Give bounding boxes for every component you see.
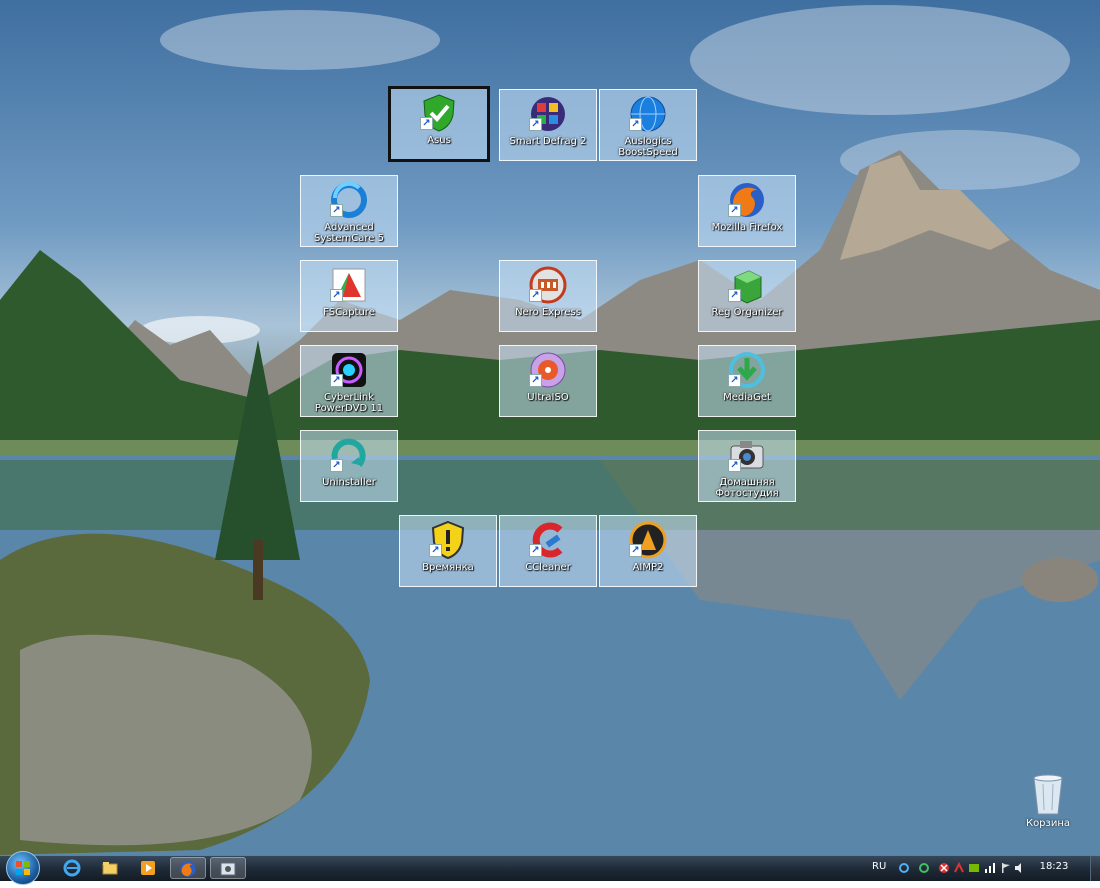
- desktop-icon-mediaget[interactable]: ↗ MediaGet: [698, 345, 796, 417]
- icon-label: Nero Express: [515, 307, 581, 318]
- desktop-icon-firefox[interactable]: ↗ Mozilla Firefox: [698, 175, 796, 247]
- icon-label: Корзина: [1025, 818, 1071, 829]
- icon-label: Asus: [427, 135, 451, 146]
- media-player-icon: [141, 861, 155, 875]
- desktop-icon-home-photo-studio[interactable]: ↗ Домашняя Фотостудия: [698, 430, 796, 502]
- desktop-icon-asus[interactable]: ↗ Asus: [388, 86, 490, 162]
- green-circle-icon[interactable]: [918, 862, 930, 874]
- desktop-icon-ccleaner[interactable]: ↗ CCleaner: [499, 515, 597, 587]
- cancel-icon[interactable]: [938, 862, 950, 874]
- taskbar-media-player[interactable]: [130, 857, 166, 879]
- shortcut-arrow-icon: ↗: [330, 374, 343, 387]
- icon-label: AIMP2: [632, 562, 664, 573]
- desktop-icon-smart-defrag[interactable]: ↗ Smart Defrag 2: [499, 89, 597, 161]
- taskbar-app[interactable]: [210, 857, 246, 879]
- clock[interactable]: 18:23: [1032, 861, 1076, 872]
- windows-logo-icon: [16, 861, 30, 875]
- icon-label: Домашняя Фотостудия: [715, 477, 779, 499]
- desktop-icon-auslogics[interactable]: ↗ Auslogics BoostSpeed: [599, 89, 697, 161]
- taskbar-firefox[interactable]: [170, 857, 206, 879]
- firefox-icon: [180, 861, 196, 877]
- shortcut-arrow-icon: ↗: [728, 289, 741, 302]
- folder-icon: [102, 862, 118, 875]
- icon-label: MediaGet: [723, 392, 771, 403]
- shortcut-arrow-icon: ↗: [728, 204, 741, 217]
- icon-label: Времянка: [422, 562, 474, 573]
- shortcut-arrow-icon: ↗: [629, 118, 642, 131]
- icon-label: Mozilla Firefox: [711, 222, 783, 233]
- sync-icon[interactable]: [898, 862, 910, 874]
- icon-label: FSCapture: [323, 307, 375, 318]
- desktop: ↗ Asus ↗ Smart Defrag 2 ↗ Auslogics Boos…: [0, 0, 1100, 855]
- shortcut-arrow-icon: ↗: [728, 374, 741, 387]
- arrow-icon[interactable]: [953, 862, 965, 874]
- desktop-icon-nero-express[interactable]: ↗ Nero Express: [499, 260, 597, 332]
- shortcut-arrow-icon: ↗: [330, 204, 343, 217]
- taskbar-explorer[interactable]: [92, 857, 128, 879]
- desktop-icon-cyberlink-powerdvd[interactable]: ↗ CyberLink PowerDVD 11: [300, 345, 398, 417]
- shortcut-arrow-icon: ↗: [429, 544, 442, 557]
- shortcut-arrow-icon: ↗: [330, 459, 343, 472]
- shortcut-arrow-icon: ↗: [728, 459, 741, 472]
- desktop-icon-ultraiso[interactable]: ↗ UltraISO: [499, 345, 597, 417]
- shortcut-arrow-icon: ↗: [330, 289, 343, 302]
- desktop-icon-reg-organizer[interactable]: ↗ Reg Organizer: [698, 260, 796, 332]
- recycle-bin-icon: [1033, 774, 1063, 815]
- desktop-icon-recycle-bin[interactable]: Корзина: [1020, 770, 1076, 832]
- nvidia-icon[interactable]: [968, 862, 980, 874]
- desktop-icon-advanced-systemcare[interactable]: ↗ Advanced SystemCare 5: [300, 175, 398, 247]
- icon-label: Uninstaller: [322, 477, 376, 488]
- ie-icon: [63, 859, 81, 877]
- shortcut-arrow-icon: ↗: [629, 544, 642, 557]
- desktop-icon-fscapture[interactable]: ↗ FSCapture: [300, 260, 398, 332]
- desktop-icon-uninstaller[interactable]: ↗ Uninstaller: [300, 430, 398, 502]
- network-icon[interactable]: [984, 862, 996, 874]
- icon-label: CyberLink PowerDVD 11: [314, 392, 384, 414]
- desktop-icon-vremyanka[interactable]: ↗ Времянка: [399, 515, 497, 587]
- show-desktop-button[interactable]: [1090, 856, 1100, 881]
- icon-label: Advanced SystemCare 5: [314, 222, 384, 244]
- volume-icon[interactable]: [1014, 862, 1026, 874]
- app-window-icon: [220, 862, 236, 876]
- flag-icon[interactable]: [1000, 862, 1012, 874]
- shortcut-arrow-icon: ↗: [420, 117, 433, 130]
- icon-label: UltraISO: [527, 392, 569, 403]
- icon-label: Auslogics BoostSpeed: [618, 136, 678, 158]
- taskbar-ie[interactable]: [54, 857, 90, 879]
- taskbar: RU 18:23: [0, 851, 1100, 885]
- shortcut-arrow-icon: ↗: [529, 289, 542, 302]
- desktop-icon-aimp2[interactable]: ↗ AIMP2: [599, 515, 697, 587]
- shortcut-arrow-icon: ↗: [529, 544, 542, 557]
- icon-label: Smart Defrag 2: [509, 136, 587, 147]
- icon-label: Reg Organizer: [711, 307, 783, 318]
- icon-label: CCleaner: [525, 562, 571, 573]
- shortcut-arrow-icon: ↗: [529, 374, 542, 387]
- language-indicator[interactable]: RU: [872, 861, 886, 872]
- shortcut-arrow-icon: ↗: [529, 118, 542, 131]
